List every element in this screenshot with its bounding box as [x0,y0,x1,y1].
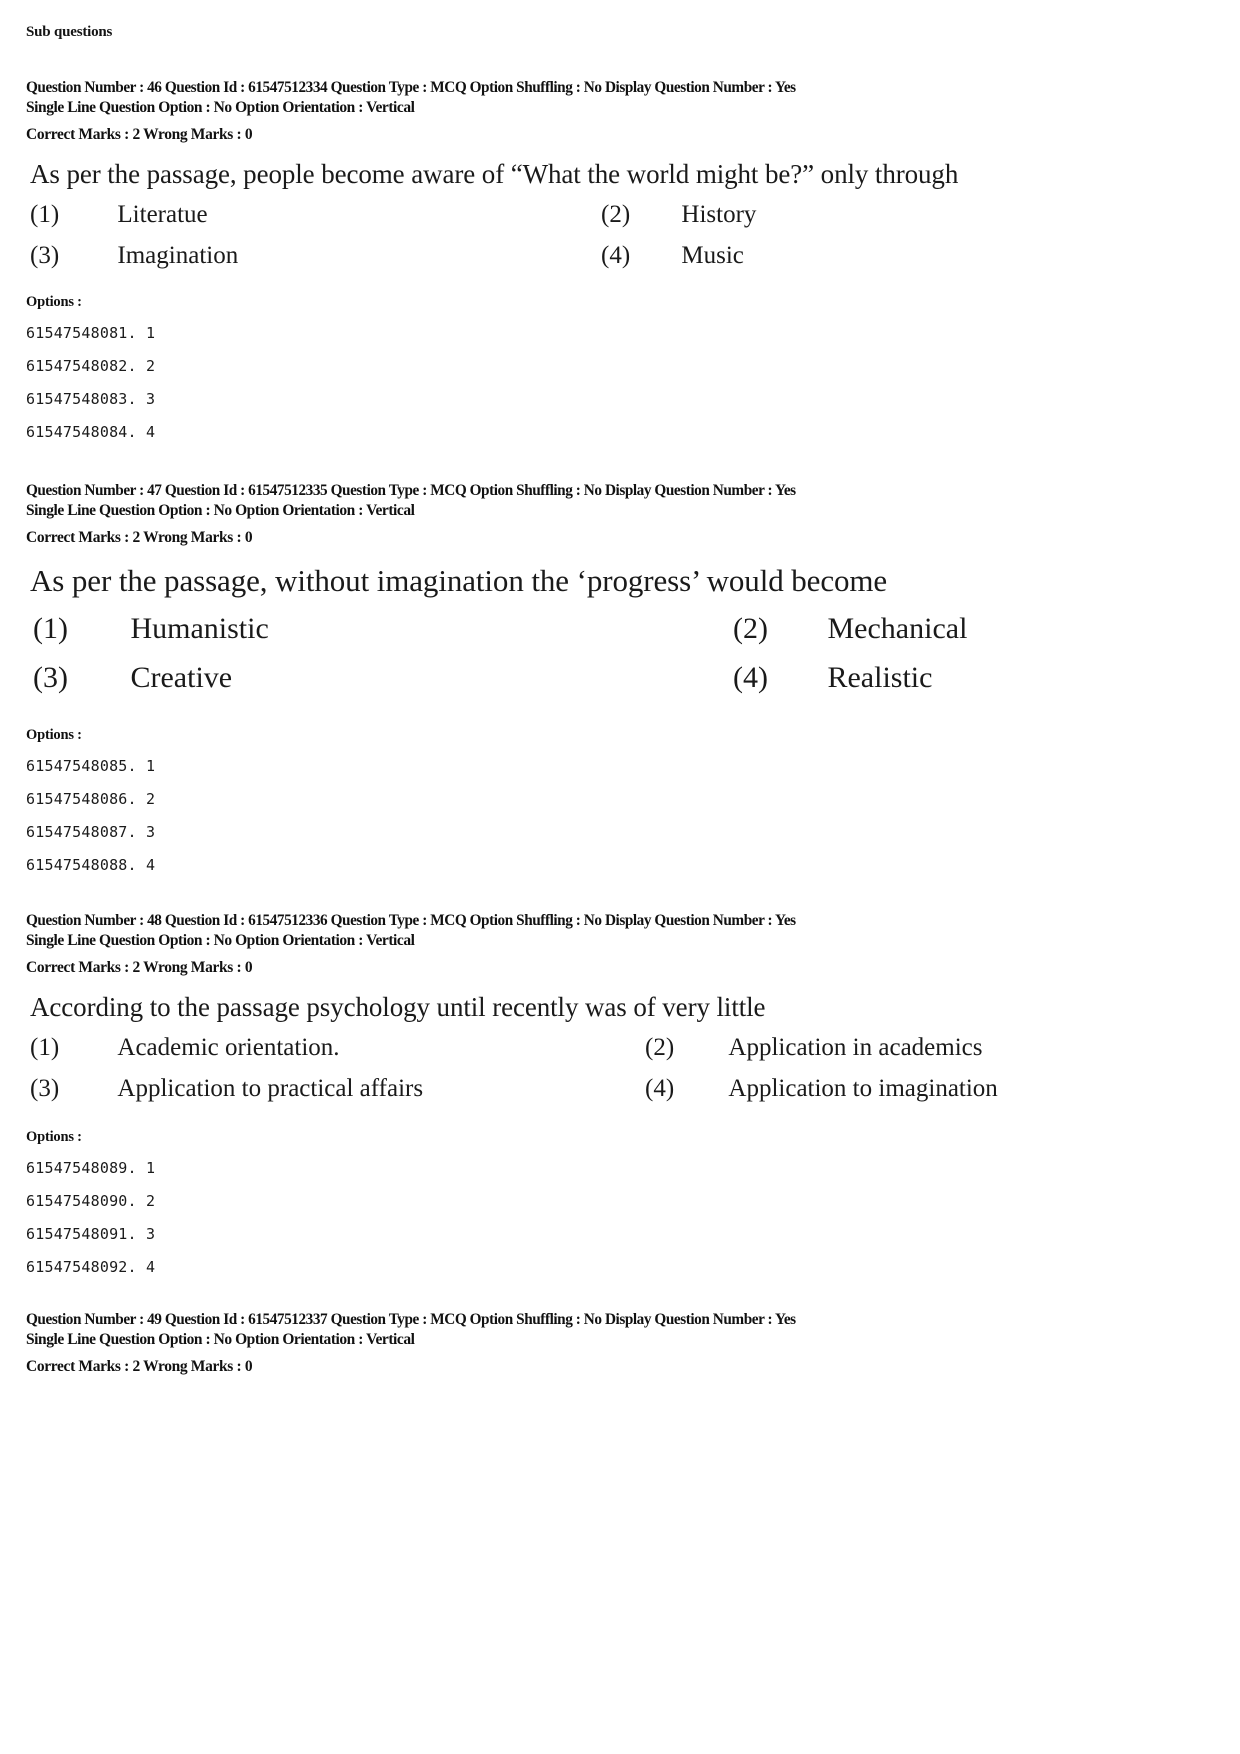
option-choice-3[interactable]: (3) Application to practical affairs [30,1074,423,1104]
option-row: (1) Humanistic (2) Mechanical [0,611,1240,660]
option-row: (1) Academic orientation. (2) Applicatio… [0,1033,1240,1074]
option-number: (1) [33,612,68,645]
option-row: (3) Imagination (4) Music [0,241,1240,282]
option-label: Application to practical affairs [117,1075,424,1102]
option-grid: (1) Academic orientation. (2) Applicatio… [0,1033,1240,1115]
option-id-item: 61547548088. 4 [26,856,156,874]
option-number: (4) [601,242,631,269]
question-marks: Correct Marks : 2 Wrong Marks : 0 [26,126,253,143]
option-id-item: 61547548081. 1 [26,324,156,342]
option-label: Imagination [117,242,239,269]
question-meta-line-1: Question Number : 49 Question Id : 61547… [26,1311,796,1328]
question-block-48: Question Number : 48 Question Id : 61547… [0,911,1240,1284]
option-row: (3) Application to practical affairs (4)… [0,1074,1240,1115]
question-meta-line-2: Single Line Question Option : No Option … [26,932,415,949]
option-id-item: 61547548090. 2 [26,1192,156,1210]
option-id-list: 61547548089. 1 61547548090. 2 6154754809… [0,1152,1240,1284]
option-number: (2) [601,201,631,228]
question-meta-line-1: Question Number : 48 Question Id : 61547… [26,912,796,929]
option-choice-4[interactable]: (4) Application to imagination [645,1074,998,1104]
option-choice-4[interactable]: (4) Realistic [733,660,932,696]
option-row: (3) Creative (4) Realistic [0,660,1240,709]
option-id-item: 61547548092. 4 [26,1258,156,1276]
option-id-item: 61547548089. 1 [26,1159,156,1177]
option-choice-1[interactable]: (1) Humanistic [33,611,269,647]
option-choice-2[interactable]: (2) Application in academics [645,1033,982,1063]
question-marks: Correct Marks : 2 Wrong Marks : 0 [26,529,253,546]
question-block-49: Question Number : 49 Question Id : 61547… [0,1310,1240,1376]
options-label: Options : [26,294,82,310]
question-text: As per the passage, without imagination … [30,563,888,598]
option-number: (4) [733,661,768,694]
option-choice-2[interactable]: (2) History [601,200,756,230]
option-number: (2) [733,612,768,645]
option-number: (2) [645,1034,675,1061]
question-text: According to the passage psychology unti… [30,992,766,1022]
question-meta-line-2: Single Line Question Option : No Option … [26,502,415,519]
option-id-item: 61547548087. 3 [26,823,156,841]
question-meta-line-1: Question Number : 47 Question Id : 61547… [26,482,796,499]
question-marks: Correct Marks : 2 Wrong Marks : 0 [26,1358,253,1375]
question-block-47: Question Number : 47 Question Id : 61547… [0,481,1240,882]
option-number: (3) [30,242,60,269]
option-grid: (1) Humanistic (2) Mechanical (3) Creati… [0,611,1240,709]
option-choice-1[interactable]: (1) Literatue [30,200,208,230]
options-label: Options : [26,1129,82,1145]
option-choice-3[interactable]: (3) Creative [33,660,232,696]
option-id-item: 61547548083. 3 [26,390,156,408]
exam-paper-page: Sub questions Question Number : 46 Quest… [0,0,1240,1754]
option-label: Humanistic [130,612,269,645]
question-text: As per the passage, people become aware … [30,159,959,189]
section-header: Sub questions [26,24,113,40]
option-label: History [681,201,757,228]
option-id-list: 61547548085. 1 61547548086. 2 6154754808… [0,750,1240,882]
option-label: Application in academics [728,1034,983,1061]
option-id-item: 61547548086. 2 [26,790,156,808]
question-marks: Correct Marks : 2 Wrong Marks : 0 [26,959,253,976]
option-id-item: 61547548082. 2 [26,357,156,375]
option-number: (3) [33,661,68,694]
option-number: (4) [645,1075,675,1102]
options-label: Options : [26,727,82,743]
option-id-item: 61547548085. 1 [26,757,156,775]
option-number: (1) [30,1034,60,1061]
option-label: Mechanical [827,612,968,645]
option-label: Creative [130,661,233,694]
question-meta-line-2: Single Line Question Option : No Option … [26,99,415,116]
option-id-item: 61547548084. 4 [26,423,156,441]
option-grid: (1) Literatue (2) History (3) Imaginatio… [0,200,1240,282]
option-id-list: 61547548081. 1 61547548082. 2 6154754808… [0,317,1240,449]
option-choice-2[interactable]: (2) Mechanical [733,611,967,647]
option-label: Realistic [827,661,933,694]
question-meta-line-2: Single Line Question Option : No Option … [26,1331,415,1348]
option-choice-4[interactable]: (4) Music [601,241,744,271]
option-label: Music [681,242,744,269]
question-meta-line-1: Question Number : 46 Question Id : 61547… [26,79,796,96]
option-choice-3[interactable]: (3) Imagination [30,241,238,271]
option-label: Application to imagination [728,1075,998,1102]
option-choice-1[interactable]: (1) Academic orientation. [30,1033,340,1063]
option-label: Academic orientation. [117,1034,340,1061]
option-number: (3) [30,1075,60,1102]
question-block-46: Question Number : 46 Question Id : 61547… [0,78,1240,449]
option-number: (1) [30,201,60,228]
option-row: (1) Literatue (2) History [0,200,1240,241]
option-label: Literatue [117,201,208,228]
option-id-item: 61547548091. 3 [26,1225,156,1243]
